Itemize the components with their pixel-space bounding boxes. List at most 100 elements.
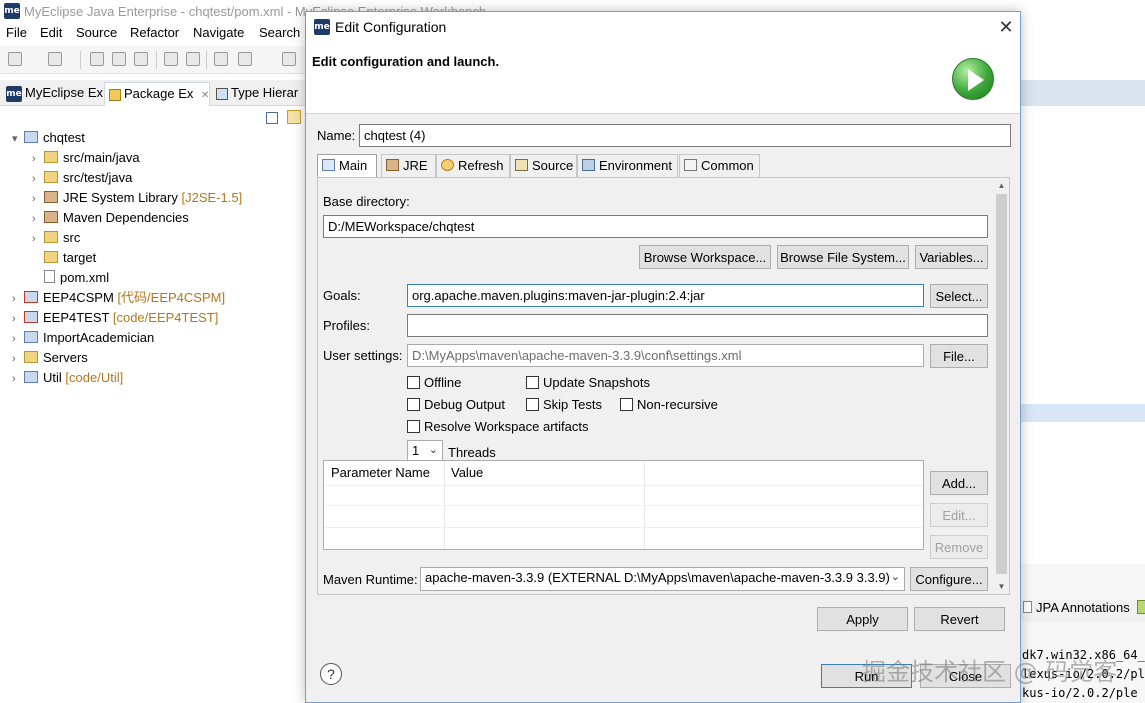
checkbox-box[interactable] (526, 376, 539, 389)
tree-item-chqtest[interactable]: ▾ chqtest (12, 128, 85, 148)
tools-icon[interactable] (282, 52, 296, 66)
dialog-titlebar: me Edit Configuration ✕ (306, 12, 1020, 42)
file-button[interactable]: File... (930, 344, 988, 368)
offline-checkbox[interactable]: Offline (407, 375, 461, 390)
menu-source[interactable]: Source (76, 25, 117, 40)
view-tab-bar: me MyEclipse Ex Package Ex ✕ Type Hierar (0, 80, 305, 106)
expand-arrow-icon[interactable]: › (12, 349, 24, 369)
tree-item-pom-xml[interactable]: pom.xml (32, 268, 109, 288)
close-icon[interactable]: ✕ (994, 15, 1018, 39)
print-icon[interactable] (134, 52, 148, 66)
select-goals-button[interactable]: Select... (930, 284, 988, 308)
tree-item-eep4cspm[interactable]: › EEP4CSPM [代码/EEP4CSPM] (12, 288, 225, 308)
help-icon[interactable]: ? (320, 663, 342, 685)
undo-icon[interactable] (164, 52, 178, 66)
update-snapshots-checkbox[interactable]: Update Snapshots (526, 375, 650, 390)
tree-item-label: Servers (43, 350, 88, 365)
tab-common[interactable]: Common (679, 154, 760, 178)
apply-button[interactable]: Apply (817, 607, 908, 631)
menu-file[interactable]: File (6, 25, 27, 40)
threads-value: 1 (412, 443, 420, 458)
add-parameter-button[interactable]: Add... (930, 471, 988, 495)
tree-item-src-test-java[interactable]: › src/test/java (32, 168, 132, 188)
checkbox-box[interactable] (526, 398, 539, 411)
tab-environment[interactable]: Environment (577, 154, 678, 178)
maven-runtime-select[interactable]: apache-maven-3.3.9 (EXTERNAL D:\MyApps\m… (420, 567, 905, 591)
new-project-icon[interactable] (48, 52, 62, 66)
user-settings-field[interactable] (407, 344, 924, 367)
tab-jpa-annotations[interactable]: JPA Annotations (1021, 600, 1145, 622)
tree-item-eep4test[interactable]: › EEP4TEST [code/EEP4TEST] (12, 308, 218, 328)
expand-arrow-icon[interactable]: › (12, 329, 24, 349)
resolve-workspace-checkbox[interactable]: Resolve Workspace artifacts (407, 419, 589, 434)
checkbox-box[interactable] (407, 398, 420, 411)
pencil-icon[interactable] (1137, 600, 1145, 614)
edit-parameter-button[interactable]: Edit... (930, 503, 988, 527)
menu-refactor[interactable]: Refactor (130, 25, 179, 40)
tree-item-src-main-java[interactable]: › src/main/java (32, 148, 140, 168)
tree-item-jre-library[interactable]: › JRE System Library [J2SE-1.5] (32, 188, 242, 208)
save-icon[interactable] (90, 52, 104, 66)
new-icon[interactable] (8, 52, 22, 66)
redo-icon[interactable] (186, 52, 200, 66)
remove-parameter-button[interactable]: Remove (930, 535, 988, 559)
toolbar-separator (80, 51, 81, 69)
tab-main[interactable]: Main (317, 154, 377, 179)
expand-arrow-icon[interactable]: › (32, 149, 44, 169)
name-field[interactable] (359, 124, 1011, 147)
deploy-icon[interactable] (238, 52, 252, 66)
tab-jre[interactable]: JRE (381, 154, 436, 178)
close-icon[interactable]: ✕ (201, 90, 209, 101)
non-recursive-checkbox[interactable]: Non-recursive (620, 397, 718, 412)
column-header-parameter-name[interactable]: Parameter Name (331, 465, 430, 480)
base-directory-field[interactable] (323, 215, 988, 238)
skip-tests-checkbox[interactable]: Skip Tests (526, 397, 602, 412)
panel-scrollbar[interactable]: ▲ ▼ (994, 178, 1009, 594)
tab-source[interactable]: Source (510, 154, 577, 178)
variables-button[interactable]: Variables... (915, 245, 988, 269)
tree-item-label: Maven Dependencies (63, 210, 189, 225)
scroll-down-icon[interactable]: ▼ (994, 579, 1009, 594)
expand-arrow-icon[interactable]: › (32, 229, 44, 249)
expand-arrow-icon[interactable]: › (12, 289, 24, 309)
configure-button[interactable]: Configure... (910, 567, 988, 591)
menu-edit[interactable]: Edit (40, 25, 62, 40)
tab-myeclipse-explorer[interactable]: me MyEclipse Ex (2, 82, 107, 106)
expand-arrow-icon[interactable]: › (32, 189, 44, 209)
expand-arrow-icon[interactable]: › (32, 169, 44, 189)
expand-arrow-icon[interactable]: › (12, 369, 24, 389)
save-all-icon[interactable] (112, 52, 126, 66)
column-header-value[interactable]: Value (451, 465, 483, 480)
goals-field[interactable] (407, 284, 924, 307)
menu-search[interactable]: Search (259, 25, 300, 40)
tree-item-maven-dependencies[interactable]: › Maven Dependencies (32, 208, 189, 228)
scroll-up-icon[interactable]: ▲ (994, 178, 1009, 193)
checkbox-box[interactable] (407, 376, 420, 389)
scrollbar-thumb[interactable] (996, 194, 1007, 574)
revert-button[interactable]: Revert (914, 607, 1005, 631)
tab-refresh[interactable]: Refresh (436, 154, 510, 178)
link-with-editor-icon[interactable] (287, 110, 301, 124)
expand-arrow-icon[interactable]: › (32, 209, 44, 229)
browse-file-system-button[interactable]: Browse File System... (777, 245, 909, 269)
checkbox-box[interactable] (407, 420, 420, 433)
tree-item-target[interactable]: target (32, 248, 96, 268)
profiles-field[interactable] (407, 314, 988, 337)
tab-label: JRE (403, 158, 428, 173)
collapse-all-icon[interactable] (266, 112, 278, 124)
browse-workspace-button[interactable]: Browse Workspace... (639, 245, 771, 269)
server-icon[interactable] (214, 52, 228, 66)
tab-type-hierarchy[interactable]: Type Hierar (212, 82, 302, 106)
xml-file-icon (44, 270, 55, 283)
checkbox-box[interactable] (620, 398, 633, 411)
debug-output-checkbox[interactable]: Debug Output (407, 397, 505, 412)
tree-item-src[interactable]: › src (32, 228, 80, 248)
menu-navigate[interactable]: Navigate (193, 25, 244, 40)
tab-package-explorer[interactable]: Package Ex ✕ (104, 82, 210, 106)
expand-arrow-icon[interactable]: ▾ (12, 129, 24, 149)
expand-arrow-icon[interactable]: › (12, 309, 24, 329)
tree-item-servers[interactable]: › Servers (12, 348, 88, 368)
tree-item-util[interactable]: › Util [code/Util] (12, 368, 123, 388)
tree-item-importacademician[interactable]: › ImportAcademician (12, 328, 154, 348)
main-tab-icon (322, 159, 335, 171)
